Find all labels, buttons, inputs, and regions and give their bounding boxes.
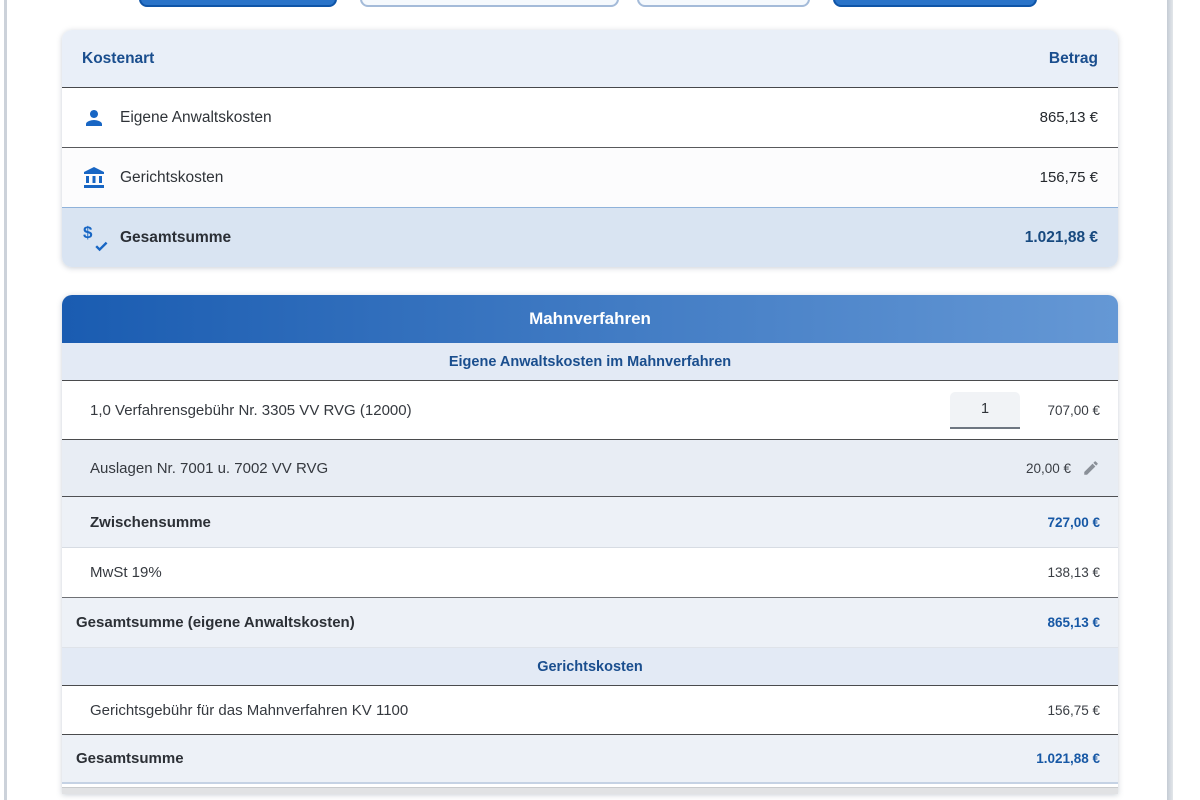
row-zwischensumme: Zwischensumme 727,00 € — [62, 497, 1118, 548]
row-amount: 865,13 € — [1040, 109, 1098, 126]
row-label: Gesamtsumme (eigene Anwaltskosten) — [76, 614, 1047, 631]
row-label: Gerichtsgebühr für das Mahnverfahren KV … — [90, 702, 1047, 719]
mahnverfahren-title: Mahnverfahren — [529, 309, 651, 329]
section-header-anwaltskosten: Eigene Anwaltskosten im Mahnverfahren — [62, 343, 1118, 381]
row-amount: 1.021,88 € — [1025, 229, 1098, 247]
price-check-icon: $ — [82, 226, 106, 250]
row-gesamtsumme-total: Gesamtsumme 1.021,88 € — [62, 735, 1118, 784]
mahnverfahren-card: Mahnverfahren Eigene Anwaltskosten im Ma… — [62, 295, 1118, 794]
section-header-gerichtskosten: Gerichtskosten — [62, 648, 1118, 686]
row-label: Zwischensumme — [90, 514, 1047, 531]
left-page-divider — [4, 0, 7, 800]
top-tab-4[interactable] — [833, 0, 1037, 7]
row-mwst: MwSt 19% 138,13 € — [62, 548, 1118, 598]
row-verfahrensgebuehr: 1,0 Verfahrensgebühr Nr. 3305 VV RVG (12… — [62, 381, 1118, 440]
table-row-gerichtskosten: Gerichtskosten 156,75 € — [62, 148, 1118, 208]
row-amount: 156,75 € — [1040, 169, 1098, 186]
top-tab-3[interactable] — [637, 0, 810, 7]
edit-pencil-icon[interactable] — [1082, 459, 1100, 477]
column-header-betrag: Betrag — [1049, 50, 1098, 68]
row-label: Eigene Anwaltskosten — [120, 109, 272, 127]
row-amount: 865,13 € — [1047, 615, 1100, 630]
column-header-kostenart: Kostenart — [82, 50, 154, 68]
row-amount: 1.021,88 € — [1036, 751, 1100, 766]
row-label: MwSt 19% — [90, 564, 1047, 581]
top-tab-2[interactable] — [360, 0, 619, 7]
table-row-gesamtsumme: $ Gesamtsumme 1.021,88 € — [62, 208, 1118, 267]
row-amount: 156,75 € — [1047, 703, 1100, 718]
cost-summary-card: Kostenart Betrag Eigene Anwaltskosten 86… — [62, 30, 1118, 267]
mahnverfahren-title-bar: Mahnverfahren — [62, 295, 1118, 343]
row-amount: 727,00 € — [1047, 515, 1100, 530]
right-page-divider — [1167, 0, 1173, 800]
row-auslagen: Auslagen Nr. 7001 u. 7002 VV RVG 20,00 € — [62, 440, 1118, 497]
row-amount: 707,00 € — [1034, 403, 1100, 418]
bank-icon — [82, 166, 106, 190]
top-tab-1[interactable] — [139, 0, 337, 7]
row-label: Gerichtskosten — [120, 169, 223, 187]
row-gesamtsumme-anwaltskosten: Gesamtsumme (eigene Anwaltskosten) 865,1… — [62, 598, 1118, 648]
person-icon — [82, 106, 106, 130]
row-label: 1,0 Verfahrensgebühr Nr. 3305 VV RVG (12… — [90, 402, 950, 419]
row-label: Auslagen Nr. 7001 u. 7002 VV RVG — [90, 460, 1026, 477]
row-label: Gesamtsumme — [120, 229, 231, 247]
row-amount: 138,13 € — [1047, 565, 1100, 580]
summary-table-header: Kostenart Betrag — [62, 30, 1118, 88]
row-gerichtsgebuehr: Gerichtsgebühr für das Mahnverfahren KV … — [62, 686, 1118, 735]
next-section-edge — [62, 787, 1118, 794]
quantity-input[interactable] — [950, 392, 1020, 429]
row-label: Gesamtsumme — [76, 750, 1036, 767]
table-row-anwaltskosten: Eigene Anwaltskosten 865,13 € — [62, 88, 1118, 148]
row-amount: 20,00 € — [1026, 461, 1071, 476]
